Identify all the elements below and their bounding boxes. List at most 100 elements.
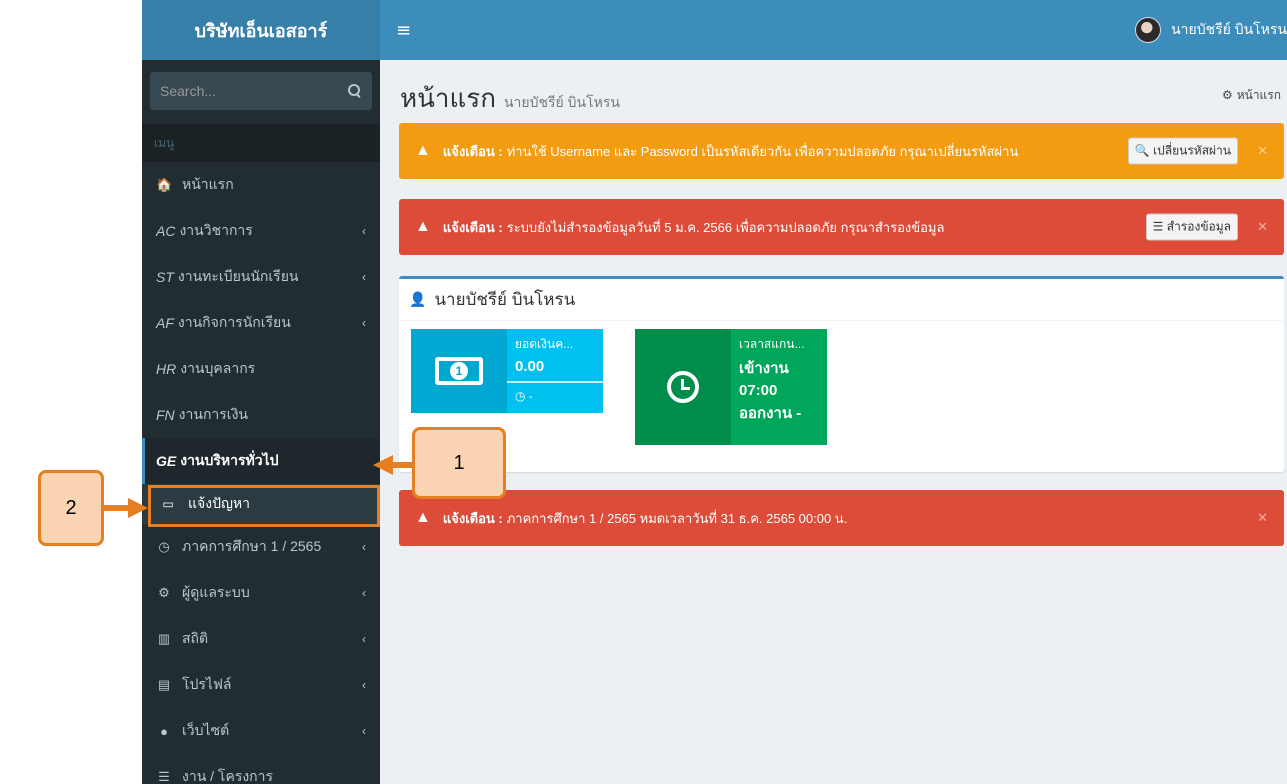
annotation-callout-2: 2: [38, 470, 104, 546]
sidebar-item-label: งาน / โครงการ: [182, 768, 274, 784]
chevron-left-icon: ‹: [362, 540, 366, 554]
main-content: หน้าแรก นายบัชรีย์ บินโหรน ⚙ หน้าแรก ▲ แจ…: [380, 60, 1287, 784]
sidebar-item-admin[interactable]: ⚙ ผู้ดูแลระบบ ‹: [142, 570, 380, 616]
sidebar-item-label: โปรไฟล์: [182, 676, 232, 692]
info-box-balance[interactable]: 1 ยอดเงินค... 0.00 ◷ -: [411, 329, 603, 413]
sidebar-item-label: งานบริหารทั่วไป: [180, 452, 279, 468]
sidebar-item-prefix: AC: [156, 223, 176, 239]
close-icon[interactable]: ✕: [1257, 143, 1268, 159]
sidebar-item-semester[interactable]: ◷ ภาคการศึกษา 1 / 2565 ‹: [142, 524, 380, 570]
sidebar-item-home[interactable]: 🏠 หน้าแรก: [142, 162, 380, 208]
bar-chart-icon: ▥: [157, 631, 171, 646]
globe-icon: ●: [160, 723, 168, 739]
search-icon[interactable]: [348, 84, 362, 98]
sidebar-item-profile[interactable]: ▤ โปรไฟล์ ‹: [142, 662, 380, 708]
warning-icon: ▲: [415, 509, 431, 526]
sidebar-item-hr[interactable]: HR งานบุคลากร: [142, 346, 380, 392]
sidebar-item-label: งานการเงิน: [178, 406, 248, 422]
annotation-callout-1: 1: [412, 427, 506, 499]
home-icon: 🏠: [156, 177, 173, 192]
sidebar-item-student-affairs[interactable]: AF งานกิจการนักเรียน ‹: [142, 300, 380, 346]
annotation-arrow-1: [392, 462, 414, 468]
user-icon: 👤: [409, 291, 427, 307]
info-box-scan-time[interactable]: เวลาสแกน... เข้างาน 07:00 ออกงาน -: [635, 329, 827, 445]
sidebar: บริษัทเอ็นเอสอาร์ เมนู 🏠 หน้าแรก AC งานว…: [142, 0, 380, 784]
sidebar-item-projects[interactable]: ☰ งาน / โครงการ: [142, 754, 380, 784]
sidebar-item-label: เว็บไซต์: [182, 722, 230, 738]
info-box-content: เวลาสแกน... เข้างาน 07:00 ออกงาน -: [731, 329, 827, 445]
info-box-icon: 1: [411, 329, 507, 413]
close-icon[interactable]: ✕: [1257, 219, 1268, 235]
menu-toggle-icon[interactable]: ≡: [396, 20, 411, 41]
alert-semester-expired: ▲ แจ้งเตือน : ภาคการศึกษา 1 / 2565 หมดเว…: [399, 490, 1284, 546]
clock-icon: ◷: [158, 539, 170, 554]
change-password-button[interactable]: 🔍 เปลี่ยนรหัสผ่าน: [1127, 137, 1238, 165]
sidebar-item-prefix: HR: [156, 361, 177, 377]
sidebar-item-prefix: AF: [156, 315, 174, 331]
info-box-value: 0.00: [515, 358, 545, 375]
sidebar-item-prefix: GE: [156, 453, 177, 469]
menu-header: เมนู: [142, 124, 380, 162]
sidebar-item-statistics[interactable]: ▥ สถิติ ‹: [142, 616, 380, 662]
sidebar-item-label: หน้าแรก: [182, 176, 234, 192]
sidebar-item-website[interactable]: ● เว็บไซต์ ‹: [142, 708, 380, 754]
sidebar-item-general-admin[interactable]: GE งานบริหารทั่วไป: [142, 438, 380, 484]
user-box: 👤 นายบัชรีย์ บินโหรน 1 ยอดเงินค... 0.00 …: [399, 276, 1284, 472]
box-header: 👤 นายบัชรีย์ บินโหรน: [399, 279, 1284, 321]
sidebar-item-academic[interactable]: AC งานวิชาการ ‹: [142, 208, 380, 254]
clock-icon: [667, 371, 699, 403]
warning-icon: ▲: [415, 142, 431, 159]
page-header: หน้าแรก นายบัชรีย์ บินโหรน: [400, 78, 620, 119]
sidebar-item-registration[interactable]: ST งานทะเบียนนักเรียน ‹: [142, 254, 380, 300]
alert-text: ท่านใช้ Username และ Password เป็นรหัสเด…: [506, 143, 1019, 159]
brand-logo[interactable]: บริษัทเอ็นเอสอาร์: [142, 0, 380, 60]
sidebar-search: [142, 60, 380, 124]
user-menu[interactable]: นายบัชรีย์ บินโหรน: [1135, 0, 1287, 60]
info-box-footer: ◷ -: [507, 381, 603, 413]
alert-text: ระบบยังไม่สำรองข้อมูลวันที่ 5 ม.ค. 2566 …: [506, 219, 945, 235]
alert-title: แจ้งเตือน :: [442, 219, 503, 235]
chevron-left-icon: ‹: [362, 724, 366, 738]
alert-backup-warning: ▲ แจ้งเตือน : ระบบยังไม่สำรองข้อมูลวันที…: [399, 199, 1284, 255]
sidebar-item-label: งานกิจการนักเรียน: [177, 314, 291, 330]
list-icon: ☰: [158, 769, 170, 784]
warning-icon: ▲: [415, 218, 431, 235]
chevron-left-icon: ‹: [362, 270, 366, 284]
sidebar-item-prefix: FN: [156, 407, 175, 423]
sidebar-item-label: งานวิชาการ: [179, 222, 253, 238]
chevron-left-icon: ‹: [362, 316, 366, 330]
screen: บริษัทเอ็นเอสอาร์ เมนู 🏠 หน้าแรก AC งานว…: [0, 0, 1287, 784]
money-icon: 1: [435, 357, 483, 385]
search-input[interactable]: [160, 83, 348, 99]
info-box-content: ยอดเงินค... 0.00 ◷ -: [507, 329, 603, 413]
user-name: นายบัชรีย์ บินโหรน: [1171, 21, 1287, 37]
sidebar-item-label: งานบุคลากร: [180, 360, 256, 376]
sidebar-item-label: สถิติ: [182, 630, 209, 646]
breadcrumb[interactable]: ⚙ หน้าแรก: [1222, 86, 1281, 105]
info-box-label: เวลาสแกน...: [739, 337, 805, 351]
top-navbar: ≡ นายบัชรีย์ บินโหรน: [380, 0, 1287, 60]
backup-button[interactable]: ☰ สำรองข้อมูล: [1145, 213, 1238, 241]
sidebar-item-finance[interactable]: FN งานการเงิน: [142, 392, 380, 438]
chevron-left-icon: ‹: [362, 586, 366, 600]
highlight-report-problem: [148, 485, 380, 527]
box-title: นายบัชรีย์ บินโหรน: [434, 290, 576, 309]
alert-title: แจ้งเตือน :: [442, 510, 503, 526]
chevron-left-icon: ‹: [362, 678, 366, 692]
close-icon[interactable]: ✕: [1257, 510, 1268, 526]
page-title: หน้าแรก: [400, 83, 496, 113]
annotation-arrow-2: [104, 505, 130, 511]
arrow-left-icon: [373, 455, 393, 475]
sidebar-item-prefix: ST: [156, 269, 174, 285]
search-box: [150, 72, 372, 110]
check-out-label: ออกงาน -: [739, 405, 802, 422]
page-subtitle: นายบัชรีย์ บินโหรน: [503, 94, 620, 110]
chevron-left-icon: ‹: [362, 632, 366, 646]
chevron-left-icon: ‹: [362, 224, 366, 238]
gears-icon: ⚙: [158, 585, 170, 600]
alert-password-warning: ▲ แจ้งเตือน : ท่านใช้ Username และ Passw…: [399, 123, 1284, 179]
file-icon: ▤: [157, 677, 171, 692]
arrow-right-icon: [128, 498, 148, 518]
dashboard-icon: ⚙: [1221, 88, 1233, 102]
alert-title: แจ้งเตือน :: [442, 143, 503, 159]
